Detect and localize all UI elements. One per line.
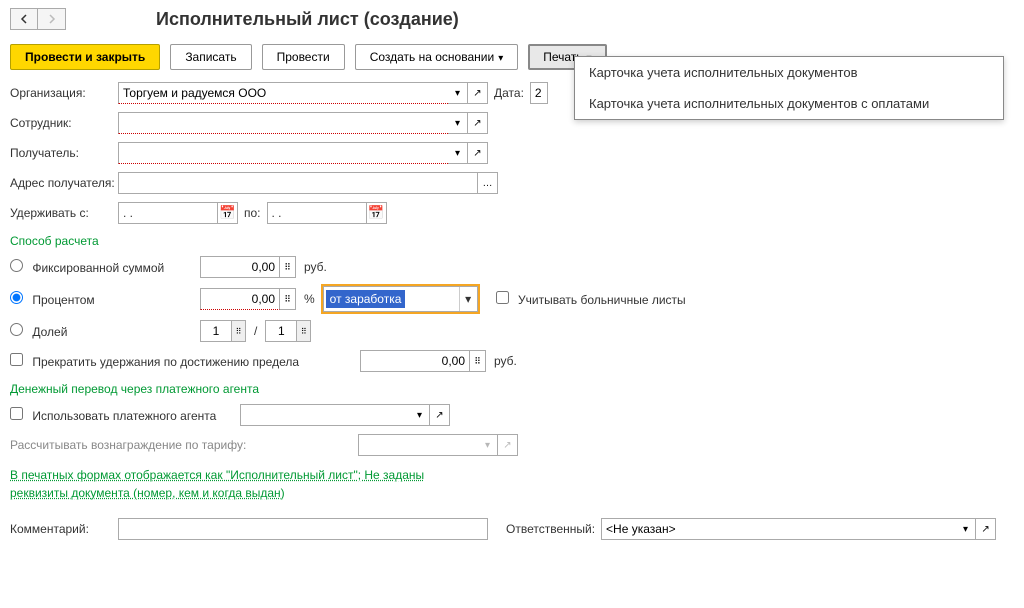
hold-to-calendar-button[interactable]: 📅	[367, 202, 387, 224]
responsible-label: Ответственный:	[506, 522, 595, 536]
employee-input[interactable]	[118, 112, 448, 134]
calc-fraction-radio-label[interactable]: Долей	[10, 323, 200, 339]
agent-select-input[interactable]	[240, 404, 410, 426]
organization-input[interactable]	[118, 82, 448, 104]
calc-fixed-text: Фиксированной суммой	[32, 261, 164, 275]
stop-limit-spin[interactable]: ⠿	[470, 350, 486, 372]
create-based-on-button[interactable]: Создать на основании	[355, 44, 519, 70]
organization-label: Организация:	[10, 86, 118, 100]
recipient-address-label: Адрес получателя:	[10, 176, 118, 190]
post-button[interactable]: Провести	[262, 44, 345, 70]
recipient-address-more-button[interactable]: …	[478, 172, 498, 194]
stop-limit-checkbox[interactable]	[10, 353, 23, 366]
tariff-open-button: ↗	[498, 434, 518, 456]
use-agent-checkbox-label[interactable]: Использовать платежного агента	[10, 407, 240, 423]
recipient-open-button[interactable]: ↗	[468, 142, 488, 164]
calc-fixed-radio[interactable]	[10, 259, 23, 272]
sick-leave-text: Учитывать больничные листы	[518, 293, 686, 307]
hold-from-label: Удерживать с:	[10, 206, 118, 220]
agent-open-button[interactable]: ↗	[430, 404, 450, 426]
responsible-input[interactable]	[601, 518, 956, 540]
calc-fraction-radio[interactable]	[10, 323, 23, 336]
stop-limit-checkbox-label[interactable]: Прекратить удержания по достижению преде…	[10, 353, 360, 369]
employee-label: Сотрудник:	[10, 116, 118, 130]
hold-to-label: по:	[244, 206, 261, 220]
calc-fixed-value[interactable]	[200, 256, 280, 278]
fraction-num-spin[interactable]: ⠿	[232, 320, 246, 342]
recipient-address-input[interactable]	[118, 172, 478, 194]
responsible-open-button[interactable]: ↗	[976, 518, 996, 540]
percent-base-select[interactable]: от заработка ▾	[323, 286, 478, 312]
recipient-input[interactable]	[118, 142, 448, 164]
calendar-icon: 📅	[219, 205, 236, 221]
org-open-button[interactable]: ↗	[468, 82, 488, 104]
calc-fixed-unit: руб.	[304, 260, 327, 274]
employee-open-button[interactable]: ↗	[468, 112, 488, 134]
nav-back-button[interactable]	[10, 8, 38, 30]
stop-limit-text: Прекратить удержания по достижению преде…	[32, 355, 299, 369]
sick-leave-checkbox-label[interactable]: Учитывать больничные листы	[496, 291, 686, 307]
recipient-dropdown-button[interactable]: ▾	[448, 142, 468, 164]
agent-dropdown-button[interactable]: ▾	[410, 404, 430, 426]
calc-fraction-text: Долей	[32, 325, 67, 339]
fraction-numerator[interactable]	[200, 320, 232, 342]
write-button[interactable]: Записать	[170, 44, 251, 70]
employee-dropdown-button[interactable]: ▾	[448, 112, 468, 134]
org-dropdown-button[interactable]: ▾	[448, 82, 468, 104]
calc-percent-radio-label[interactable]: Процентом	[10, 291, 200, 307]
calc-fixed-radio-label[interactable]: Фиксированной суммой	[10, 259, 200, 275]
hold-from-input[interactable]: . .	[118, 202, 218, 224]
comment-input[interactable]	[118, 518, 488, 540]
tariff-label: Рассчитывать вознаграждение по тарифу:	[10, 438, 358, 452]
arrow-left-icon	[19, 14, 29, 24]
use-agent-checkbox[interactable]	[10, 407, 23, 420]
agent-section-heading: Денежный перевод через платежного агента	[10, 382, 1014, 396]
comment-label: Комментарий:	[10, 522, 118, 536]
print-dropdown-menu: Карточка учета исполнительных документов…	[574, 56, 1004, 120]
calc-percent-unit: %	[304, 292, 315, 306]
arrow-right-icon	[47, 14, 57, 24]
print-menu-item-card[interactable]: Карточка учета исполнительных документов	[575, 57, 1003, 88]
page-title: Исполнительный лист (создание)	[156, 9, 459, 30]
calendar-icon: 📅	[368, 205, 385, 221]
calc-fixed-spin[interactable]: ⠿	[280, 256, 296, 278]
print-menu-item-card-payments[interactable]: Карточка учета исполнительных документов…	[575, 88, 1003, 119]
stop-limit-unit: руб.	[494, 354, 517, 368]
stop-limit-value[interactable]	[360, 350, 470, 372]
use-agent-text: Использовать платежного агента	[32, 409, 216, 423]
date-label: Дата:	[494, 86, 524, 100]
chevron-down-icon: ▾	[459, 287, 477, 311]
calc-percent-radio[interactable]	[10, 291, 23, 304]
tariff-input	[358, 434, 478, 456]
fraction-denominator[interactable]	[265, 320, 297, 342]
fraction-den-spin[interactable]: ⠿	[297, 320, 311, 342]
percent-base-value: от заработка	[326, 290, 406, 308]
calc-section-heading: Способ расчета	[10, 234, 1014, 248]
recipient-label: Получатель:	[10, 146, 118, 160]
nav-forward-button[interactable]	[38, 8, 66, 30]
calc-percent-spin[interactable]: ⠿	[280, 288, 296, 310]
hold-to-input[interactable]: . .	[267, 202, 367, 224]
post-and-close-button[interactable]: Провести и закрыть	[10, 44, 160, 70]
fraction-slash: /	[254, 324, 257, 338]
tariff-dropdown-button: ▾	[478, 434, 498, 456]
hold-from-calendar-button[interactable]: 📅	[218, 202, 238, 224]
responsible-dropdown-button[interactable]: ▾	[956, 518, 976, 540]
print-form-info-link[interactable]: В печатных формах отображается как "Испо…	[10, 468, 424, 500]
sick-leave-checkbox[interactable]	[496, 291, 509, 304]
calc-percent-value[interactable]	[200, 288, 280, 310]
calc-percent-text: Процентом	[32, 293, 94, 307]
date-input[interactable]	[530, 82, 548, 104]
